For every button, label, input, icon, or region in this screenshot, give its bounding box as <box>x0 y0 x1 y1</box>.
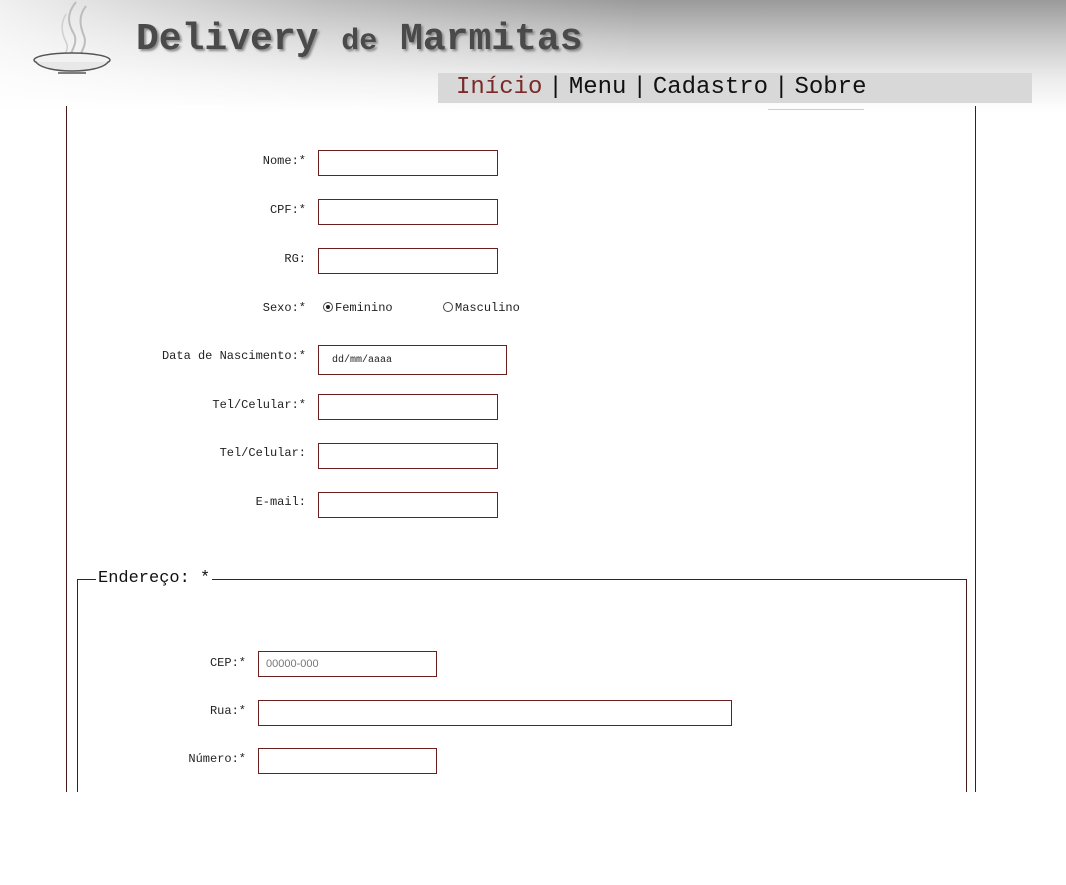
radio-masculino[interactable] <box>443 302 454 312</box>
email-input[interactable] <box>318 492 498 518</box>
nascimento-label: Data de Nascimento:* <box>161 349 306 363</box>
rua-input[interactable] <box>258 700 732 726</box>
address-fieldset-left <box>77 579 78 792</box>
radio-feminino[interactable] <box>323 302 333 312</box>
tel2-label: Tel/Celular: <box>219 446 306 460</box>
numero-label: Número:* <box>188 752 246 766</box>
sexo-option-feminino[interactable]: Feminino <box>323 301 393 315</box>
sexo-label: Sexo:* <box>262 301 306 315</box>
nav-separator: | <box>548 74 563 101</box>
cep-label: CEP:* <box>209 656 246 670</box>
content-border-left <box>66 106 67 792</box>
sexo-option-masculino[interactable]: Masculino <box>443 301 520 315</box>
nav-sobre[interactable]: Sobre <box>794 74 866 101</box>
nome-input[interactable] <box>318 150 498 176</box>
site-title-de: de <box>341 25 378 59</box>
tel1-label: Tel/Celular:* <box>212 398 306 412</box>
nome-label: Nome:* <box>262 154 306 168</box>
nascimento-input[interactable]: dd/mm/aaaa <box>318 345 507 375</box>
nav-menu[interactable]: Menu <box>569 74 627 101</box>
rua-label: Rua:* <box>209 704 246 718</box>
sexo-radio-group: Feminino Masculino <box>323 301 520 315</box>
radio-feminino-label: Feminino <box>335 301 393 315</box>
steaming-bowl-icon <box>33 1 111 74</box>
email-label: E-mail: <box>255 495 306 509</box>
tel2-input[interactable] <box>318 443 498 469</box>
nav-separator: | <box>774 74 789 101</box>
cpf-input[interactable] <box>318 199 498 225</box>
rg-input[interactable] <box>318 248 498 274</box>
numero-input[interactable] <box>258 748 437 774</box>
radio-masculino-label: Masculino <box>455 301 520 315</box>
main-nav: Início | Menu | Cadastro | Sobre <box>438 73 1032 103</box>
address-fieldset-right <box>966 579 967 792</box>
rg-label: RG: <box>284 252 306 266</box>
tel1-input[interactable] <box>318 394 498 420</box>
content-border-right <box>975 106 976 792</box>
cep-input[interactable]: 00000-000 <box>258 651 437 677</box>
site-title: Delivery de Marmitas <box>136 18 583 61</box>
site-title-delivery: Delivery <box>136 18 319 61</box>
address-legend: Endereço: * <box>96 569 213 588</box>
nav-cadastro[interactable]: Cadastro <box>653 74 768 101</box>
nav-separator: | <box>632 74 647 101</box>
nav-inicio[interactable]: Início <box>456 74 542 101</box>
site-title-marmitas: Marmitas <box>400 18 583 61</box>
cpf-label: CPF:* <box>269 203 306 217</box>
nav-underline <box>768 109 864 110</box>
